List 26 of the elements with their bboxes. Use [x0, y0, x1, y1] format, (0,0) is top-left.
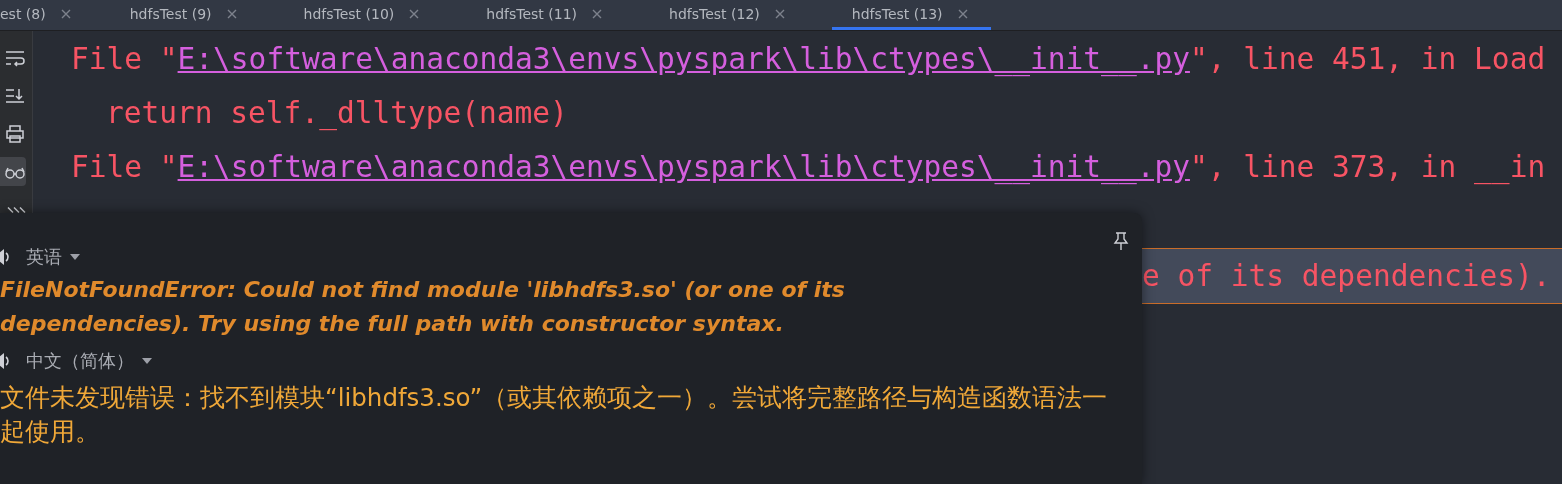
tab[interactable]: est (8) — [0, 0, 94, 30]
tab[interactable]: hdfsTest (12) — [669, 0, 808, 30]
close-icon[interactable] — [591, 7, 604, 20]
close-icon[interactable] — [956, 7, 969, 20]
file-link[interactable]: E:\software\anaconda3\envs\pyspark\lib\ctypes\__init__.py — [177, 150, 1190, 184]
translated-text: 文件未发现错误：找不到模块“libhdfs3.so”（或其依赖项之一）。尝试将完整路径与构造函数语法一起使用。 — [0, 382, 1109, 448]
close-icon[interactable] — [225, 7, 238, 20]
speaker-icon[interactable] — [0, 247, 10, 267]
source-line: return self._dlltype(name) — [105, 95, 569, 133]
close-icon[interactable] — [408, 7, 421, 20]
chevrons-icon — [7, 205, 26, 214]
caret-icon — [70, 254, 80, 260]
caret-icon — [142, 358, 152, 364]
tab[interactable]: hdfsTest (10) — [303, 0, 443, 30]
tab[interactable]: hdfsTest (11) — [486, 0, 626, 30]
language-dropdown[interactable]: 中文（简体） — [26, 349, 152, 373]
speaker-icon[interactable] — [0, 351, 10, 371]
printer-icon — [4, 122, 26, 145]
close-icon[interactable] — [773, 7, 786, 20]
file-link[interactable]: E:\software\anaconda3\envs\pyspark\lib\ctypes\__init__.py — [177, 42, 1190, 76]
pin-icon[interactable] — [1112, 231, 1130, 251]
tab[interactable]: hdfsTest (9) — [129, 0, 260, 30]
glasses-button[interactable] — [0, 157, 26, 186]
stack-trace-line: File "E:\software\anaconda3\envs\pyspark\lib\ctypes\__init__.py", line 373, in __in — [70, 149, 1547, 187]
stack-trace-line: File "E:\software\anaconda3\envs\pyspark\lib\ctypes\__init__.py", line 451, in Load — [70, 41, 1547, 79]
close-icon[interactable] — [59, 7, 72, 20]
